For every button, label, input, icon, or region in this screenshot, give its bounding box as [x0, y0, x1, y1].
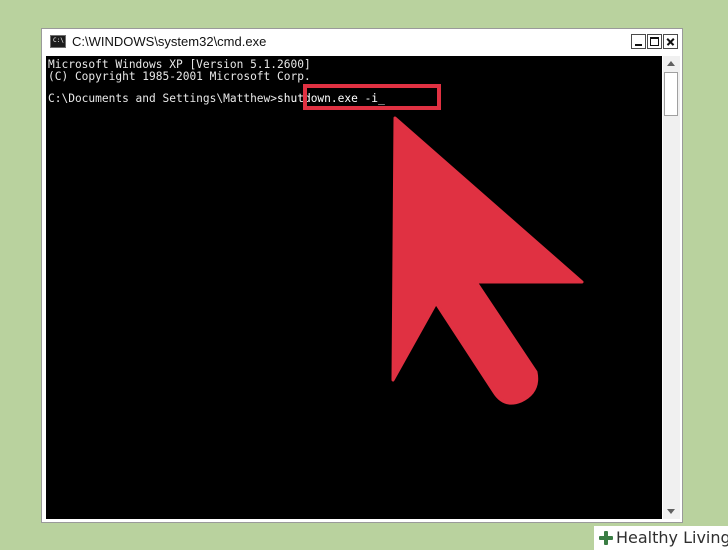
prompt-path: C:\Documents and Settings\Matthew> [48, 92, 278, 105]
close-button[interactable] [663, 34, 678, 49]
title-bar[interactable]: C:\ C:\WINDOWS\system32\cmd.exe [42, 29, 682, 55]
cmd-icon[interactable]: C:\ [50, 35, 66, 48]
console-copyright-line: (C) Copyright 1985-2001 Microsoft Corp. [48, 70, 311, 83]
vertical-scrollbar[interactable] [663, 56, 680, 519]
cmd-icon-label: C:\ [53, 37, 64, 44]
plus-icon [598, 530, 614, 546]
watermark: Healthy Living [594, 526, 728, 550]
cmd-window: C:\ C:\WINDOWS\system32\cmd.exe Microsof… [41, 28, 683, 523]
window-title: C:\WINDOWS\system32\cmd.exe [72, 34, 267, 49]
scroll-thumb[interactable] [664, 72, 678, 116]
command-highlight-box [303, 84, 441, 110]
scroll-up-icon[interactable] [667, 61, 675, 66]
maximize-button[interactable] [647, 34, 662, 49]
watermark-text: Healthy Living [616, 528, 728, 547]
minimize-button[interactable] [631, 34, 646, 49]
scroll-down-icon[interactable] [667, 509, 675, 514]
console-output[interactable]: Microsoft Windows XP [Version 5.1.2600] … [46, 56, 662, 519]
